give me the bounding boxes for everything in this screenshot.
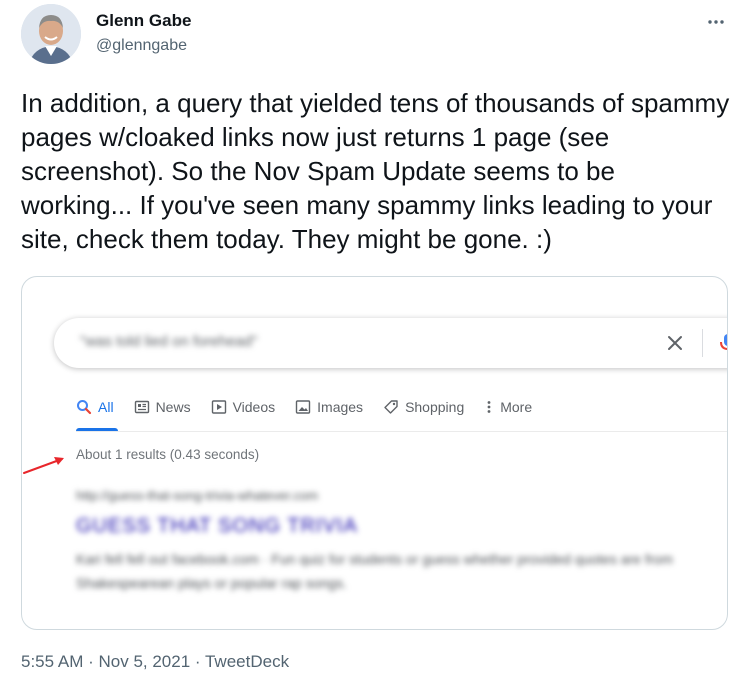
news-icon <box>134 399 150 415</box>
tab-more: More <box>484 399 532 415</box>
tabs-divider <box>76 431 727 432</box>
microphone-icon <box>716 331 727 355</box>
meta-separator: · <box>83 652 99 671</box>
result-url: http://guess-that-song-trivia-whatever.c… <box>76 488 319 503</box>
tweet-metadata: 5:55 AM · Nov 5, 2021 · TweetDeck <box>21 652 289 672</box>
tab-images: Images <box>295 399 363 415</box>
clear-icon <box>663 331 687 355</box>
tab-label: More <box>500 399 533 415</box>
tweet-text: In addition, a query that yielded tens o… <box>21 88 730 254</box>
avatar-photo <box>21 4 81 64</box>
red-arrow-annotation <box>23 457 64 474</box>
more-horizontal-icon <box>708 20 724 24</box>
more-vertical-icon <box>484 399 494 415</box>
result-stats: About 1 results (0.43 seconds) <box>76 447 260 462</box>
avatar[interactable] <box>21 4 81 64</box>
tab-label: Images <box>317 399 364 415</box>
search-icon <box>76 399 92 415</box>
result-snippet: Kari fell fell out facebook.com · Fun qu… <box>76 551 673 591</box>
author-handle[interactable]: @glenngabe <box>96 37 187 55</box>
more-options-button[interactable] <box>704 10 728 34</box>
google-search-box: "was told lied on forehead" <box>54 318 727 368</box>
tab-shopping: Shopping <box>383 399 464 415</box>
tweet-date[interactable]: Nov 5, 2021 <box>98 652 190 671</box>
tab-all: All <box>76 399 114 415</box>
video-icon <box>211 399 227 415</box>
tab-news: News <box>134 399 191 415</box>
tweet-time[interactable]: 5:55 AM <box>21 652 83 671</box>
tab-label: News <box>155 399 191 415</box>
search-tabs: All News Videos Images Shopping More <box>76 396 552 418</box>
tab-videos: Videos <box>211 399 276 415</box>
tag-icon <box>383 399 399 415</box>
tab-label: Videos <box>232 399 276 415</box>
author-name[interactable]: Glenn Gabe <box>96 11 191 31</box>
result-title: GUESS THAT SONG TRIVIA <box>76 515 358 537</box>
tweet-source[interactable]: TweetDeck <box>205 652 289 671</box>
tab-label: Shopping <box>405 399 465 415</box>
image-icon <box>295 399 311 415</box>
tweet-media-screenshot[interactable]: "was told lied on forehead" All News Vid… <box>21 276 728 630</box>
search-query-text: "was told lied on forehead" <box>80 333 258 350</box>
meta-separator: · <box>190 652 205 671</box>
tab-label: All <box>98 399 114 415</box>
search-divider <box>702 329 703 357</box>
